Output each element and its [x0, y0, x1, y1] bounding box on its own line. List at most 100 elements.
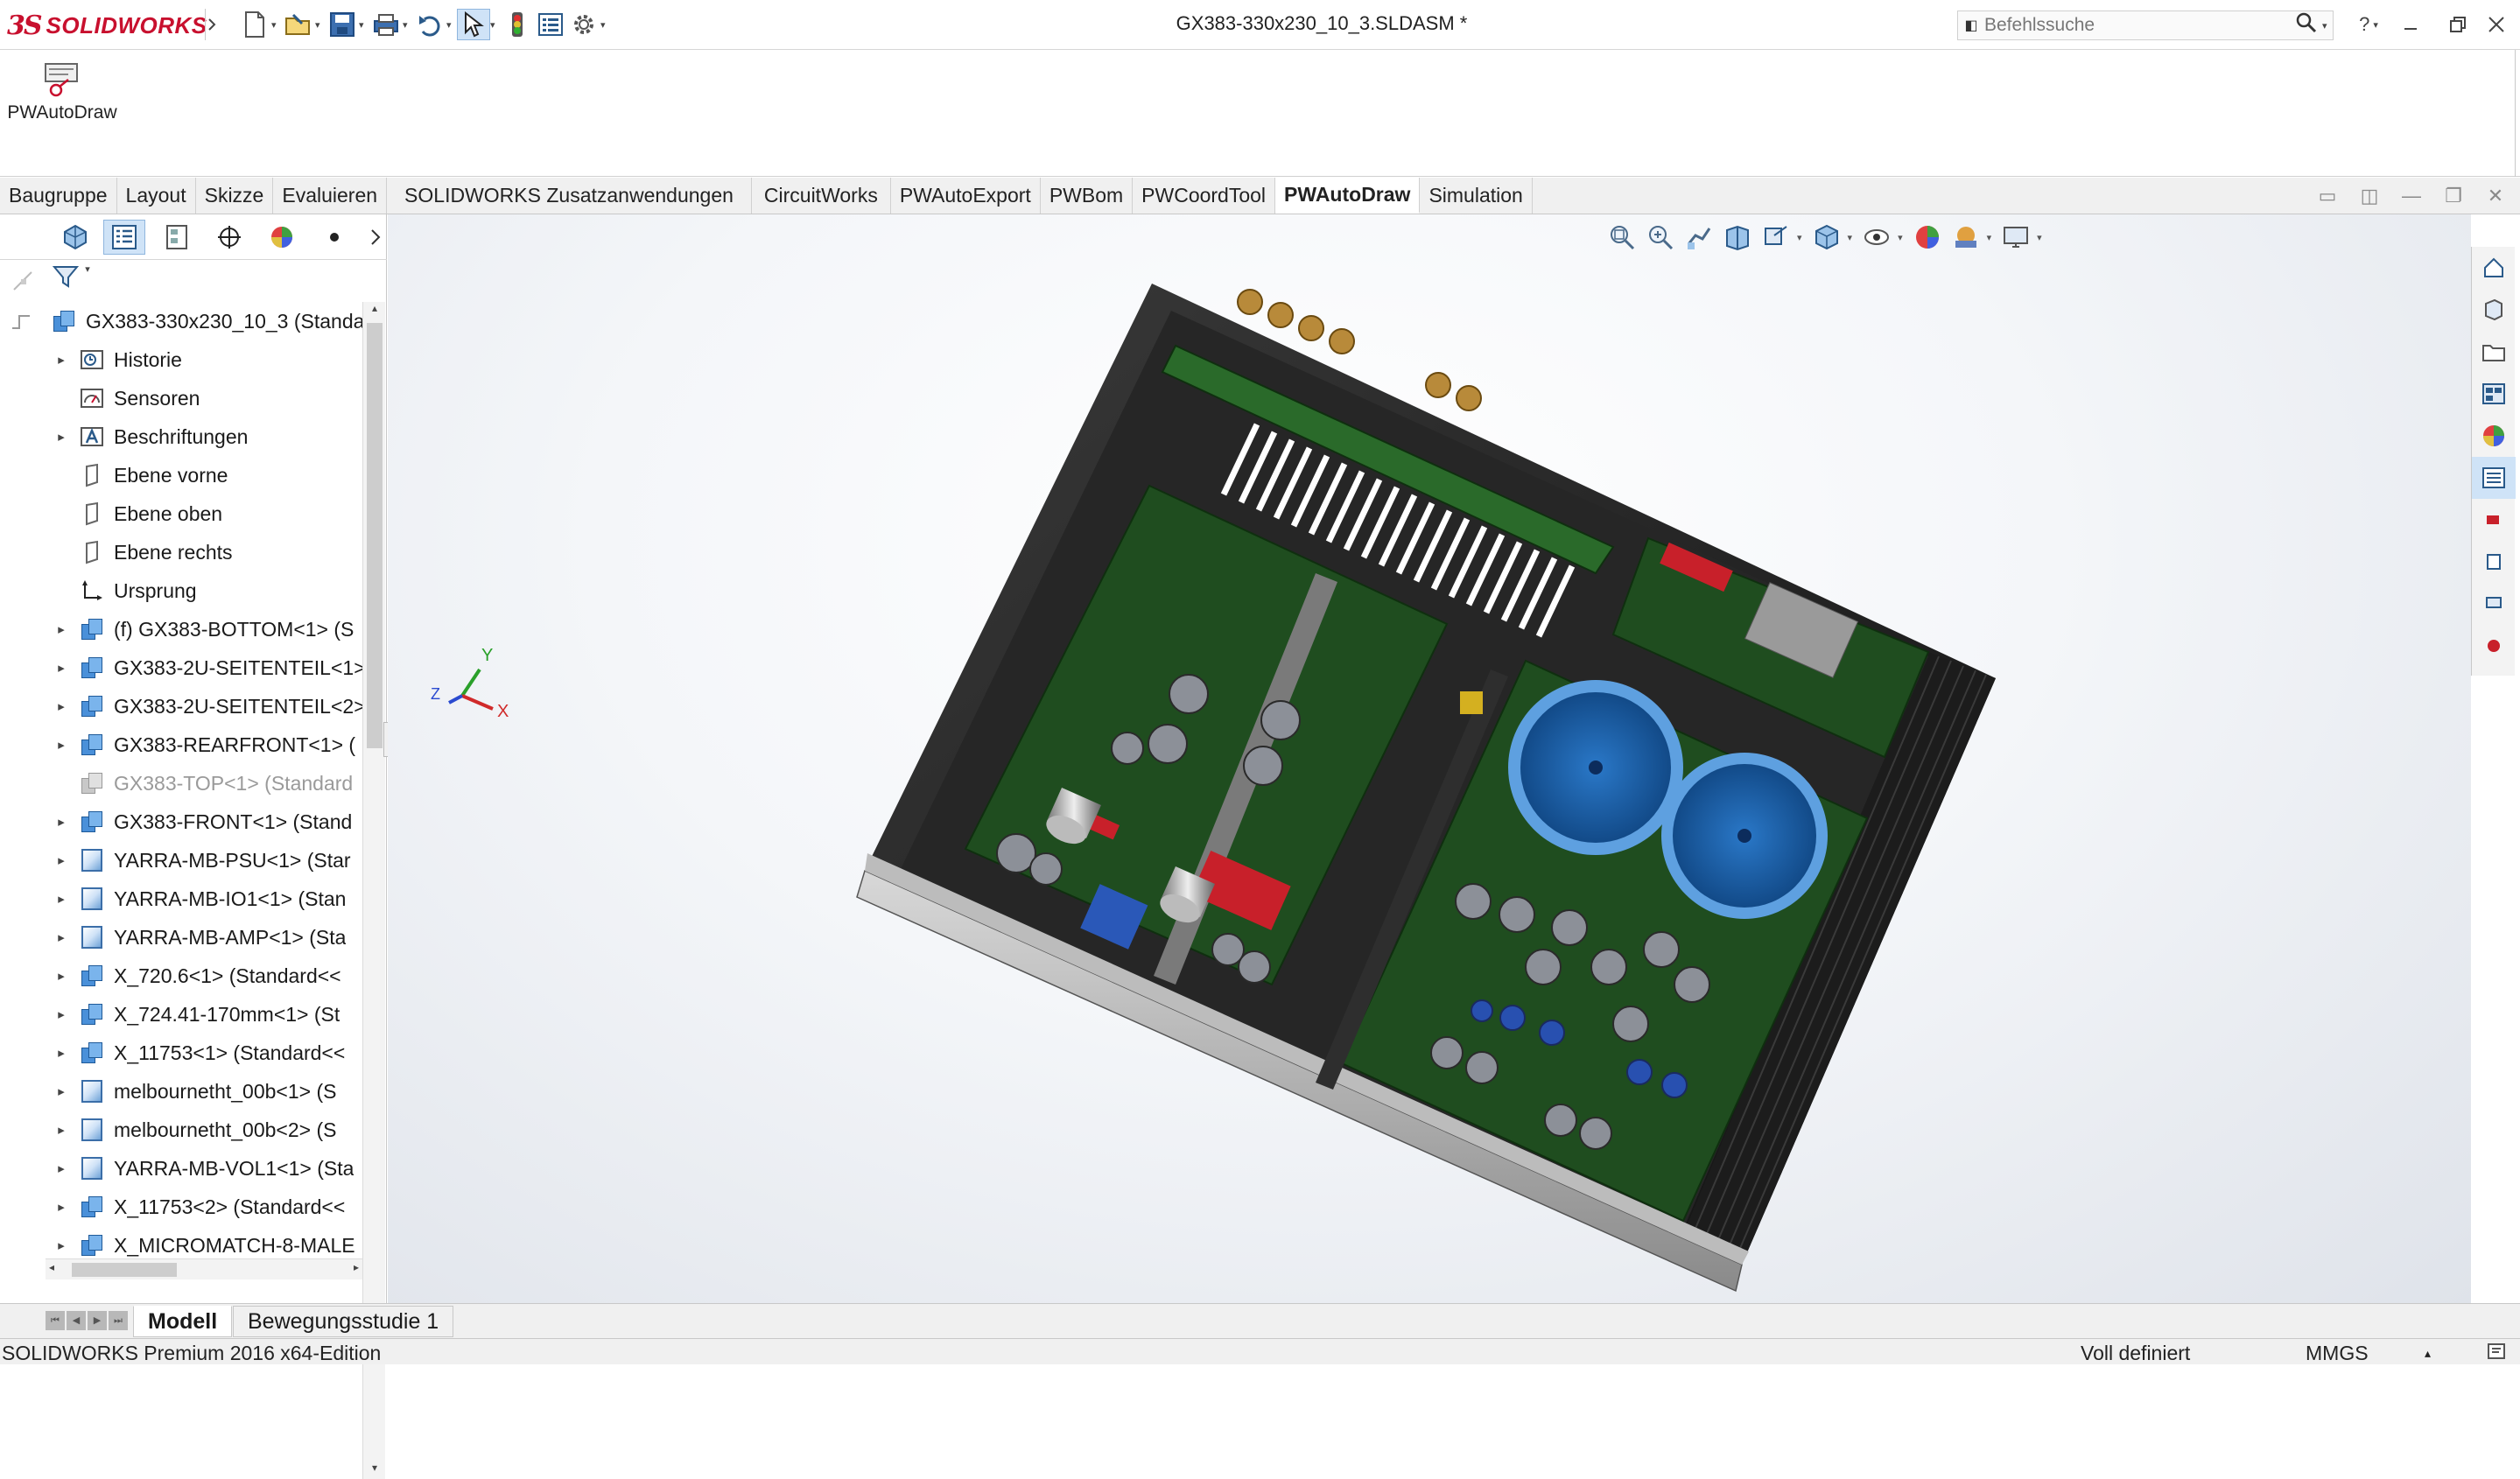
appearance-tab-icon[interactable] — [54, 220, 96, 255]
configuration-manager-tab-icon[interactable] — [208, 220, 250, 255]
tab-evaluieren[interactable]: Evaluieren — [273, 178, 388, 214]
tree-node-x-11753-1-standard[interactable]: ▸ X_11753<1> (Standard<< — [46, 1034, 362, 1072]
pwautodraw-button[interactable]: PWAutoDraw — [5, 60, 119, 141]
addin-tool-doc-icon[interactable] — [2472, 541, 2516, 583]
addin-tool-red-icon[interactable] — [2472, 499, 2516, 541]
tree-node-melbournetht-00b-1-s[interactable]: ▸ melbournetht_00b<1> (S — [46, 1072, 362, 1111]
expand-arrow-icon[interactable]: ▸ — [46, 1199, 77, 1215]
filter-button[interactable]: ▾ — [52, 263, 90, 298]
tree-node-gx383-top-1-standard[interactable]: GX383-TOP<1> (Standard — [46, 764, 362, 803]
doc-minimize-icon[interactable]: — — [2396, 185, 2427, 207]
print-dropdown-icon[interactable]: ▾ — [403, 19, 413, 31]
expand-arrow-icon[interactable]: ▸ — [46, 852, 77, 868]
tree-node-yarra-mb-psu-1-star[interactable]: ▸ YARRA-MB-PSU<1> (Star — [46, 841, 362, 880]
search-icon[interactable] — [2291, 11, 2322, 40]
tree-node-gx383-2u-seitenteil-2[interactable]: ▸ GX383-2U-SEITENTEIL<2> — [46, 687, 362, 725]
tree-node-beschriftungen[interactable]: ▸ Beschriftungen — [46, 417, 362, 456]
tile-horizontal-icon[interactable]: ▭ — [2312, 185, 2343, 207]
expand-arrow-icon[interactable]: ▸ — [46, 1045, 77, 1061]
tab-pwbom[interactable]: PWBom — [1041, 178, 1134, 214]
scroll-up-arrow-icon[interactable]: ▴ — [367, 302, 383, 319]
doc-close-icon[interactable]: ✕ — [2480, 185, 2511, 207]
tab-layout[interactable]: Layout — [117, 178, 196, 214]
minimize-icon[interactable] — [2391, 9, 2430, 40]
menu-flyout-arrow-icon[interactable] — [205, 9, 217, 40]
expand-arrow-icon[interactable]: ▸ — [46, 352, 77, 368]
scroll-left-arrow-icon[interactable]: ◂ — [49, 1261, 54, 1273]
tab-pwautoexport[interactable]: PWAutoExport — [891, 178, 1041, 214]
expand-arrow-icon[interactable]: ▸ — [46, 698, 77, 714]
expand-arrow-icon[interactable]: ▸ — [46, 737, 77, 753]
expand-arrow-icon[interactable]: ▸ — [46, 1083, 77, 1099]
next-tab-arrow-icon[interactable]: ▶ — [88, 1311, 107, 1330]
tree-node-x-11753-2-standard[interactable]: ▸ X_11753<2> (Standard<< — [46, 1188, 362, 1226]
help-icon[interactable]: ? ▾ — [2349, 9, 2388, 40]
tab-circuitworks[interactable]: CircuitWorks — [752, 178, 891, 214]
tree-node-ebene-rechts[interactable]: Ebene rechts — [46, 533, 362, 571]
tab-zusatzanwendungen[interactable]: SOLIDWORKS Zusatzanwendungen — [387, 178, 752, 214]
tab-modell[interactable]: Modell — [133, 1306, 233, 1337]
expand-arrow-icon[interactable]: ▸ — [46, 814, 77, 830]
new-document-icon[interactable] — [238, 9, 271, 40]
expand-arrow-icon[interactable]: ▸ — [46, 429, 77, 445]
tab-baugruppe[interactable]: Baugruppe — [0, 178, 117, 214]
custom-properties-icon[interactable] — [2472, 457, 2516, 499]
expand-arrow-icon[interactable]: ▸ — [46, 1237, 77, 1253]
design-library-icon[interactable] — [2472, 289, 2516, 331]
tab-skizze[interactable]: Skizze — [196, 178, 274, 214]
appearances-scenes-icon[interactable] — [2472, 415, 2516, 457]
addin-tool-record-icon[interactable] — [2472, 625, 2516, 667]
command-search[interactable]: ◧ Befehlssuche ▾ — [1957, 11, 2334, 40]
open-dropdown-icon[interactable]: ▾ — [315, 19, 326, 31]
expand-arrow-icon[interactable]: ▸ — [46, 929, 77, 945]
save-dropdown-icon[interactable]: ▾ — [359, 19, 369, 31]
expand-arrow-icon[interactable]: ▸ — [46, 1122, 77, 1138]
prev-tab-arrow-icon[interactable]: ◀ — [67, 1311, 86, 1330]
search-input[interactable]: Befehlssuche — [1984, 15, 2291, 36]
scroll-down-arrow-icon[interactable]: ▾ — [367, 1461, 383, 1479]
search-dropdown-icon[interactable]: ▾ — [2322, 20, 2333, 32]
doc-restore-icon[interactable]: ❐ — [2438, 185, 2469, 207]
select-icon[interactable] — [457, 9, 490, 40]
tree-node-ursprung[interactable]: Ursprung — [46, 571, 362, 610]
assembly-model[interactable] — [388, 214, 2471, 1303]
tree-node-yarra-mb-amp-1-sta[interactable]: ▸ YARRA-MB-AMP<1> (Sta — [46, 918, 362, 957]
file-properties-icon[interactable] — [534, 9, 567, 40]
tree-horizontal-scrollbar[interactable]: ◂ ▸ — [46, 1258, 362, 1279]
file-explorer-icon[interactable] — [2472, 331, 2516, 373]
expand-arrow-icon[interactable]: ▸ — [46, 1160, 77, 1176]
tree-node-yarra-mb-vol1-1-sta[interactable]: ▸ YARRA-MB-VOL1<1> (Sta — [46, 1149, 362, 1188]
restore-icon[interactable] — [2439, 9, 2477, 40]
tree-node-x-724-41-170mm-1-st[interactable]: ▸ X_724.41-170mm<1> (St — [46, 995, 362, 1034]
tree-node-gx383-2u-seitenteil-1[interactable]: ▸ GX383-2U-SEITENTEIL<1> — [46, 648, 362, 687]
sketch-relation-icon[interactable] — [11, 269, 35, 298]
status-units[interactable]: MMGS — [2306, 1342, 2369, 1365]
view-palette-icon[interactable] — [2472, 373, 2516, 415]
tree-node-ebene-oben[interactable]: Ebene oben — [46, 494, 362, 533]
tab-simulation[interactable]: Simulation — [1420, 178, 1533, 214]
solidworks-resources-icon[interactable] — [2472, 247, 2516, 289]
print-icon[interactable] — [369, 9, 403, 40]
tree-node-ebene-vorne[interactable]: Ebene vorne — [46, 456, 362, 494]
select-dropdown-icon[interactable]: ▾ — [490, 19, 501, 31]
addin-tool-chat-icon[interactable] — [2472, 583, 2516, 625]
save-icon[interactable] — [326, 9, 359, 40]
tree-hscroll-thumb[interactable] — [72, 1263, 177, 1277]
rebuild-icon[interactable] — [501, 9, 534, 40]
tab-pwcoordtool[interactable]: PWCoordTool — [1133, 178, 1276, 214]
close-icon[interactable] — [2477, 9, 2516, 40]
tree-node-x-720-6-1-standard[interactable]: ▸ X_720.6<1> (Standard<< — [46, 957, 362, 995]
new-dropdown-icon[interactable]: ▾ — [271, 19, 282, 31]
graphics-area[interactable]: ▾ ▾ ▾ ▾ ▾ Y X Z — [388, 214, 2471, 1303]
first-tab-arrow-icon[interactable]: ⏮ — [46, 1311, 65, 1330]
property-manager-tab-icon[interactable] — [156, 220, 198, 255]
display-manager-tab-icon[interactable] — [261, 220, 303, 255]
solidworks-logo[interactable]: 3S SOLIDWORKS — [7, 5, 207, 46]
expand-arrow-icon[interactable]: ▸ — [46, 968, 77, 984]
tab-bewegungsstudie[interactable]: Bewegungsstudie 1 — [233, 1306, 454, 1337]
expand-arrow-icon[interactable]: ▸ — [46, 621, 77, 637]
origin-marker-icon[interactable] — [11, 309, 35, 338]
tree-scroll-thumb[interactable] — [367, 323, 383, 748]
open-icon[interactable] — [282, 9, 315, 40]
undo-dropdown-icon[interactable]: ▾ — [446, 19, 457, 31]
